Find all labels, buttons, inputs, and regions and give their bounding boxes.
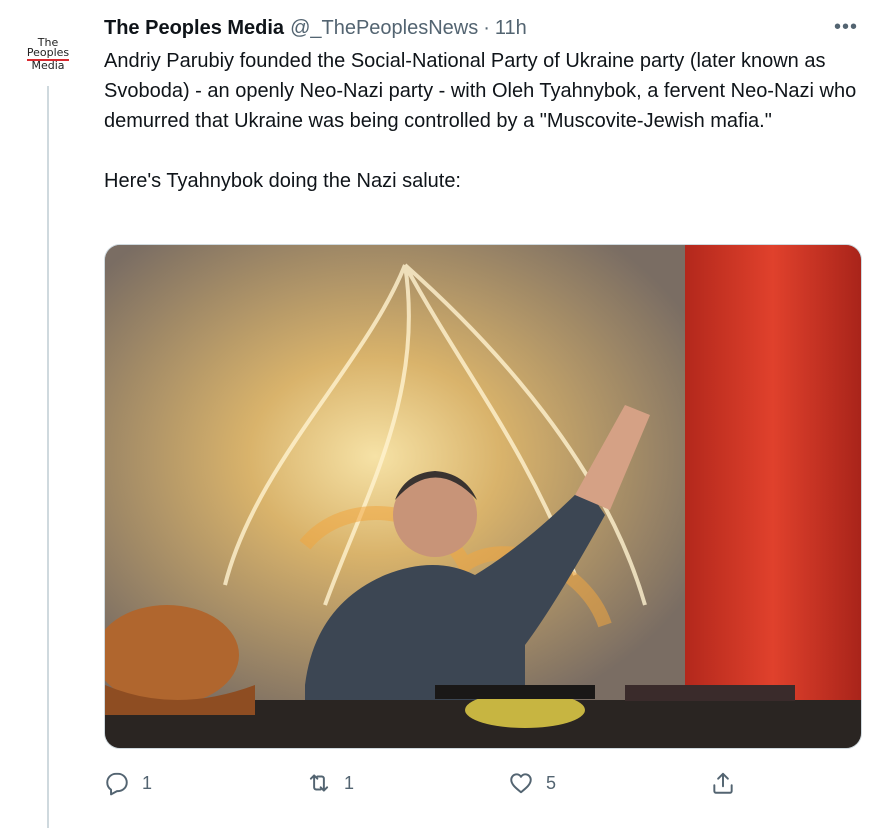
retweet-count: 1: [344, 772, 355, 793]
retweet-icon: [309, 774, 329, 792]
avatar-line-3: Media: [31, 58, 65, 72]
thread-line: [47, 86, 49, 828]
author-handle[interactable]: @_ThePeoplesNews: [290, 17, 478, 40]
like-button[interactable]: 5: [508, 766, 556, 800]
separator-dot: ·: [483, 16, 490, 39]
tweet-timestamp[interactable]: 11h: [495, 17, 527, 40]
share-button[interactable]: [710, 766, 736, 800]
tweet-text: Andriy Parubiy founded the Social-Nation…: [104, 46, 864, 196]
more-icon[interactable]: •••: [834, 16, 858, 39]
like-count: 5: [546, 772, 557, 793]
reply-icon: [106, 772, 128, 796]
avatar[interactable]: The Peoples Media: [20, 26, 76, 82]
tweet-text-paragraph-1: Andriy Parubiy founded the Social-Nation…: [104, 50, 857, 132]
tweet-photo[interactable]: [104, 244, 862, 749]
reply-button[interactable]: 1: [104, 766, 152, 800]
tweet-header: The Peoples Media @_ThePeoplesNews · 11h: [104, 14, 527, 42]
retweet-button[interactable]: 1: [306, 766, 354, 800]
tweet-text-paragraph-2: Here's Tyahnybok doing the Nazi salute:: [104, 170, 461, 192]
share-icon: [713, 772, 733, 794]
photo-illustration: [105, 245, 861, 748]
tweet-actions: 1 1 5: [104, 766, 860, 800]
author-name[interactable]: The Peoples Media: [104, 17, 284, 40]
reply-count: 1: [142, 772, 153, 793]
like-icon: [510, 773, 532, 794]
